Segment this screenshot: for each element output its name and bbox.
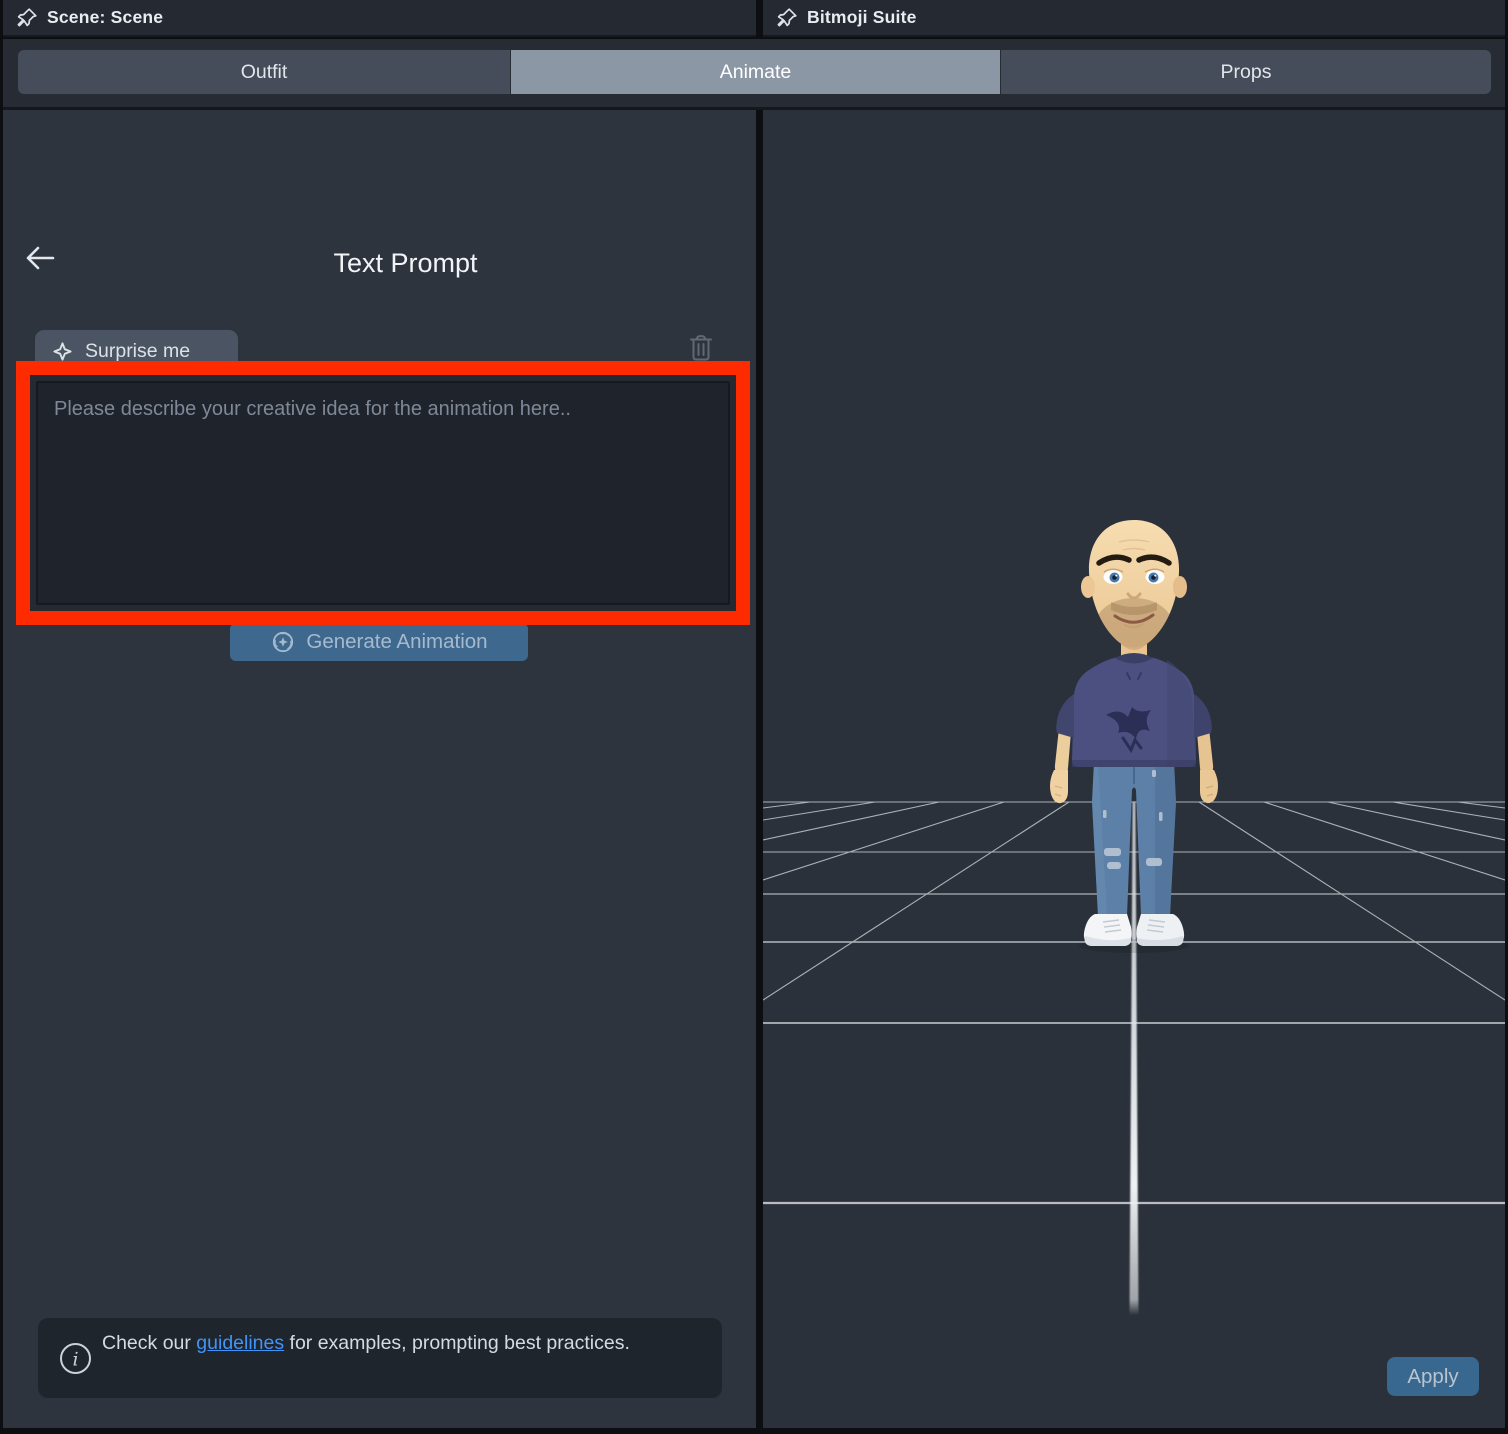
scene-viewport[interactable]: Apply	[763, 110, 1505, 1428]
scene-panel-title: Scene: Scene	[47, 7, 163, 28]
bitmoji-suite-window: { "window": { "left_title": "Scene: Scen…	[0, 0, 1508, 1434]
annotation-highlight-box	[16, 361, 750, 625]
text-prompt-panel: Text Prompt Surprise me Generate Animati…	[3, 110, 756, 1428]
pin-icon	[776, 7, 798, 29]
apply-button[interactable]: Apply	[1387, 1357, 1479, 1396]
trash-icon	[688, 333, 714, 362]
pin-icon	[16, 7, 38, 29]
sparkle-icon	[51, 340, 74, 363]
guidelines-link[interactable]: guidelines	[196, 1332, 284, 1354]
animation-prompt-input[interactable]	[36, 381, 730, 605]
back-arrow-icon	[24, 245, 56, 271]
clear-prompt-button[interactable]	[686, 331, 716, 363]
surprise-me-label: Surprise me	[85, 340, 190, 363]
info-text-suffix: for examples, prompting best practices.	[284, 1332, 630, 1354]
info-text-prefix: Check our	[102, 1332, 196, 1354]
generate-animation-button[interactable]: Generate Animation	[230, 623, 528, 661]
tab-animate[interactable]: Animate	[511, 50, 1000, 94]
guidelines-info-box: i Check our guidelines for examples, pro…	[38, 1318, 722, 1398]
info-icon: i	[59, 1342, 92, 1375]
guidelines-info-text: Check our guidelines for examples, promp…	[102, 1330, 636, 1357]
bitmoji-suite-titlebar: Bitmoji Suite	[763, 0, 1505, 37]
svg-text:i: i	[72, 1349, 78, 1371]
scene-3d-render	[763, 110, 1505, 1428]
center-axis-line	[1130, 802, 1139, 1315]
bitmoji-suite-title: Bitmoji Suite	[807, 7, 917, 28]
tab-outfit[interactable]: Outfit	[18, 50, 510, 94]
generate-icon	[270, 629, 296, 655]
page-title: Text Prompt	[55, 248, 756, 279]
tab-bar: Outfit Animate Props	[3, 39, 1505, 110]
back-button[interactable]	[21, 241, 59, 275]
tab-props[interactable]: Props	[1001, 50, 1491, 94]
generate-animation-label: Generate Animation	[306, 630, 487, 654]
scene-panel-titlebar: Scene: Scene	[3, 0, 756, 37]
